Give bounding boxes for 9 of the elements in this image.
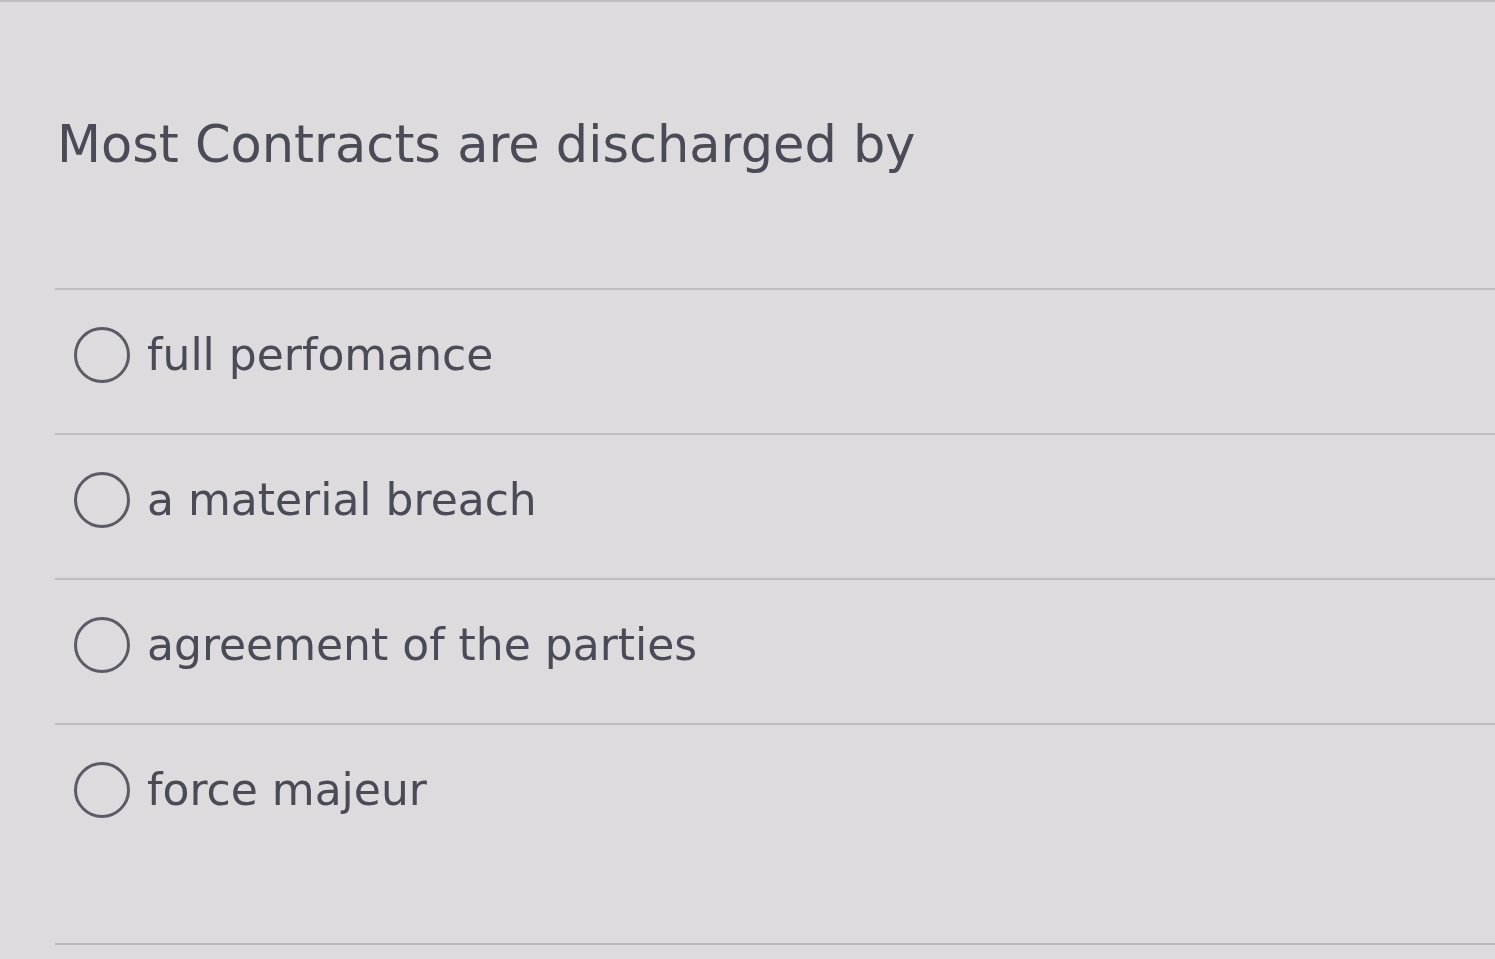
answer-option-text[interactable]: full perfomance bbox=[147, 326, 494, 383]
radio-button[interactable] bbox=[73, 760, 131, 819]
answer-option-text[interactable]: force majeur bbox=[147, 761, 427, 818]
radio-button[interactable] bbox=[73, 325, 131, 384]
question-text: Most Contracts are discharged by bbox=[57, 114, 917, 176]
answer-option-text[interactable]: a material breach bbox=[147, 471, 537, 528]
answer-option-text[interactable]: agreement of the parties bbox=[147, 616, 698, 673]
radio-button[interactable] bbox=[73, 615, 131, 674]
radio-button[interactable] bbox=[73, 470, 131, 529]
